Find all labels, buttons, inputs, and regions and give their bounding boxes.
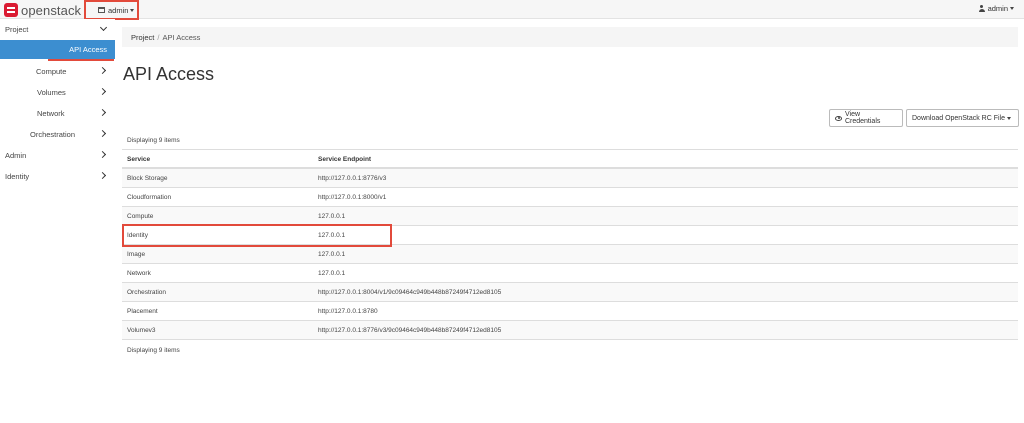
table-row: Block Storage http://127.0.0.1:8776/v3 (122, 168, 1018, 187)
service-endpoint: http://127.0.0.1:8780 (318, 308, 378, 315)
chevron-right-icon (98, 171, 107, 180)
sidebar-item-label: Orchestration (30, 129, 76, 139)
service-endpoint: http://127.0.0.1:8776/v3 (318, 175, 387, 182)
caret-down-icon (130, 8, 135, 12)
breadcrumb-separator: / (157, 33, 160, 42)
sidebar-item-label: Admin (5, 150, 27, 160)
sidebar-item-volumes[interactable]: Volumes (0, 82, 115, 102)
item-count-bottom: Displaying 9 items (127, 347, 180, 354)
breadcrumb: Project / API Access (122, 27, 1018, 47)
service-name: Cloudformation (127, 194, 172, 201)
sidebar: Project API Access Compute Volumes Netwo… (0, 19, 115, 423)
service-endpoint: 127.0.0.1 (318, 213, 346, 220)
eye-icon (835, 115, 842, 121)
project-dropdown-label: admin (108, 5, 129, 15)
service-name: Orchestration (127, 289, 167, 296)
service-name: Compute (127, 213, 154, 220)
service-name: Volumev3 (127, 327, 156, 334)
column-header-service[interactable]: Service (127, 156, 150, 163)
sidebar-item-label: API Access (69, 45, 107, 54)
sidebar-item-label: Network (37, 108, 65, 118)
view-credentials-button[interactable]: View Credentials (829, 109, 903, 127)
service-endpoint: 127.0.0.1 (318, 251, 346, 258)
sidebar-item-identity[interactable]: Identity (0, 166, 115, 186)
sidebar-item-label: Compute (36, 66, 67, 76)
service-endpoint: http://127.0.0.1:8000/v1 (318, 194, 387, 201)
brand-name: openstack (21, 2, 82, 18)
caret-down-icon (1010, 7, 1014, 10)
user-dropdown-label: admin (987, 4, 1008, 13)
breadcrumb-project[interactable]: Project (131, 33, 154, 42)
table-row: Compute 127.0.0.1 (122, 206, 1018, 225)
table-row: Network 127.0.0.1 (122, 263, 1018, 282)
project-dropdown[interactable]: admin (84, 0, 139, 20)
chevron-right-icon (98, 129, 107, 138)
chevron-down-icon (99, 23, 108, 32)
chevron-right-icon (98, 66, 107, 75)
service-endpoint: http://127.0.0.1:8776/v3/9c09464c949b448… (318, 327, 502, 334)
breadcrumb-current: API Access (162, 33, 201, 42)
sidebar-item-admin[interactable]: Admin (0, 145, 115, 165)
chevron-right-icon (98, 108, 107, 117)
caret-down-icon (1007, 116, 1011, 120)
item-count-top: Displaying 9 items (127, 137, 180, 144)
table-row: Volumev3 http://127.0.0.1:8776/v3/9c0946… (122, 320, 1018, 339)
openstack-logo-icon (4, 3, 18, 17)
service-name: Block Storage (127, 175, 168, 182)
service-name: Placement (127, 308, 158, 315)
identity-row-highlight (122, 224, 392, 247)
sidebar-item-project[interactable]: Project (0, 19, 115, 39)
brand[interactable]: openstack (4, 2, 81, 18)
table-row: Placement http://127.0.0.1:8780 (122, 301, 1018, 320)
service-endpoint: 127.0.0.1 (318, 270, 346, 277)
sidebar-item-network[interactable]: Network (0, 103, 115, 123)
service-endpoint: http://127.0.0.1:8004/v1/9c09464c949b448… (318, 289, 502, 296)
column-header-endpoint[interactable]: Service Endpoint (318, 156, 371, 163)
sidebar-item-orchestration[interactable]: Orchestration (0, 124, 115, 144)
view-credentials-label: View Credentials (844, 111, 881, 125)
page-title: API Access (123, 64, 215, 84)
sidebar-item-label: Identity (5, 171, 30, 181)
sidebar-item-api-access[interactable]: API Access (0, 40, 115, 59)
sidebar-item-label: Volumes (37, 87, 66, 97)
service-name: Image (127, 251, 146, 258)
table-row: Orchestration http://127.0.0.1:8004/v1/9… (122, 282, 1018, 301)
download-rc-file-button[interactable]: Download OpenStack RC File (906, 109, 1019, 127)
user-icon (978, 5, 985, 12)
top-navbar: openstack admin admin (0, 0, 1024, 20)
table-header-row: Service Service Endpoint (122, 149, 1018, 168)
download-rc-file-label: Download OpenStack RC File (912, 114, 1005, 122)
user-dropdown[interactable]: admin (978, 4, 1014, 13)
sidebar-item-label: Project (5, 24, 29, 34)
chevron-right-icon (98, 87, 107, 96)
sidebar-item-compute[interactable]: Compute (0, 61, 115, 81)
table-row: Cloudformation http://127.0.0.1:8000/v1 (122, 187, 1018, 206)
chevron-right-icon (98, 150, 107, 159)
table-footer-divider (122, 339, 1018, 340)
service-name: Network (127, 270, 151, 277)
project-icon (98, 7, 105, 13)
